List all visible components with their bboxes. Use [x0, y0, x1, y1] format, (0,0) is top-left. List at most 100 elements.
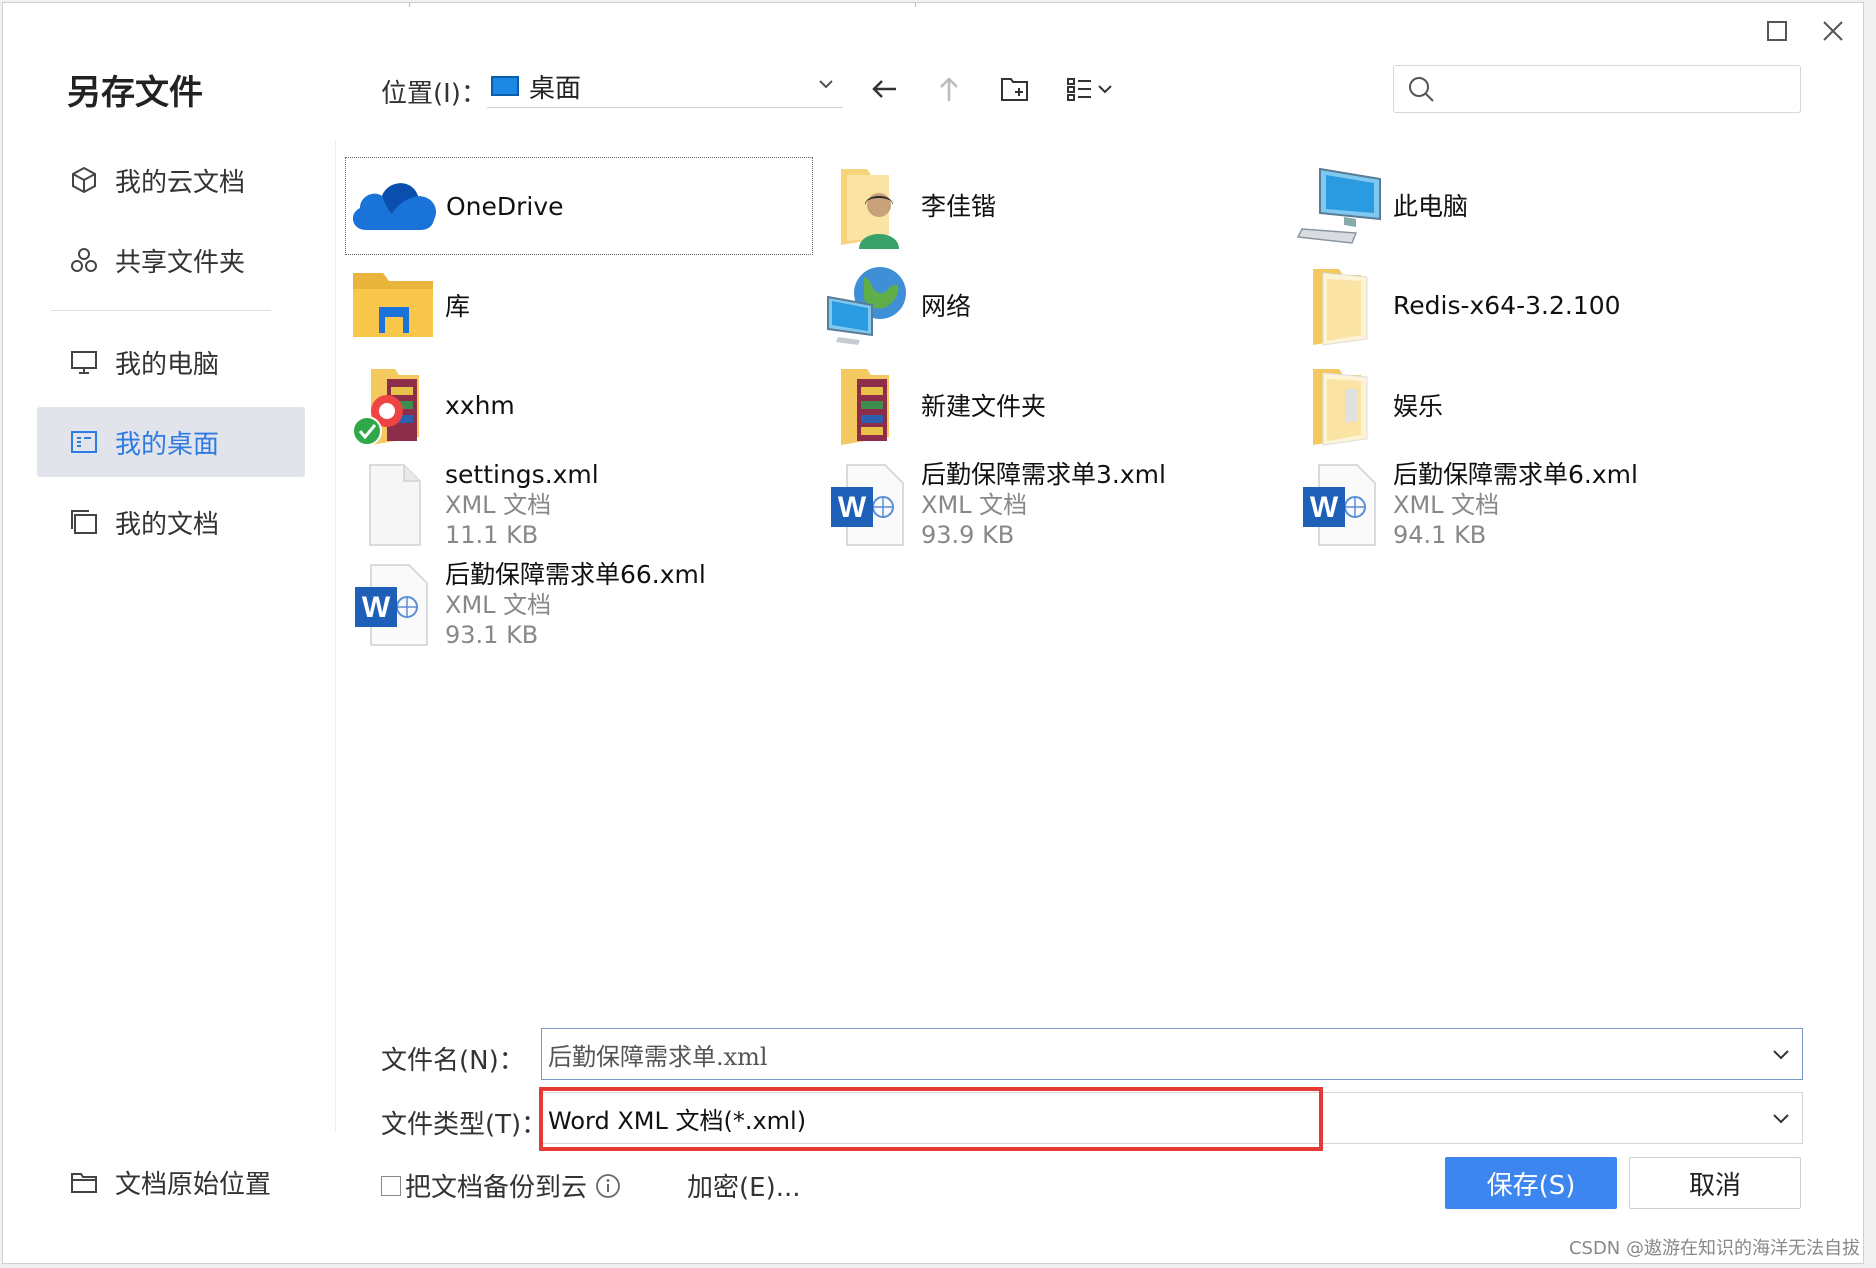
- file-item-xml-3[interactable]: W 后勤保障需求单3.xml XML 文档 93.9 KB: [821, 457, 1281, 553]
- maximize-button[interactable]: [1759, 13, 1795, 49]
- backup-checkbox[interactable]: [381, 1175, 401, 1196]
- maximize-icon: [1767, 21, 1787, 41]
- file-name: OneDrive: [446, 191, 564, 221]
- location-dropdown[interactable]: 桌面: [487, 65, 843, 108]
- file-item-onedrive[interactable]: OneDrive: [345, 157, 813, 255]
- folder-archive-icon: [821, 357, 917, 453]
- filetype-dropdown[interactable]: Word XML 文档(*.xml): [541, 1092, 1803, 1144]
- view-mode-button[interactable]: [1063, 69, 1123, 109]
- file-item-network[interactable]: 网络: [821, 257, 1281, 353]
- filetype-value: Word XML 文档(*.xml): [548, 1106, 807, 1135]
- encrypt-link[interactable]: 加密(E)...: [687, 1167, 801, 1204]
- user-folder-icon: [821, 157, 917, 253]
- close-button[interactable]: [1815, 13, 1851, 49]
- network-globe-icon: [821, 257, 917, 353]
- filename-field[interactable]: 后勤保障需求单.xml: [541, 1028, 1803, 1080]
- chevron-down-icon[interactable]: [1770, 1107, 1792, 1129]
- file-type: XML 文档: [921, 491, 1028, 519]
- backup-label: 把文档备份到云: [405, 1173, 588, 1203]
- arrow-up-icon: [940, 77, 958, 101]
- search-input[interactable]: [1444, 68, 1800, 110]
- word-xml-icon: W: [821, 457, 917, 553]
- location-label: 位置(I)：: [381, 79, 487, 109]
- search-box: [1393, 65, 1801, 113]
- sidebar-separator: [335, 141, 336, 1131]
- file-details: 后勤保障需求单3.xml XML 文档 93.9 KB: [921, 460, 1166, 550]
- original-location-link[interactable]: 文档原始位置: [37, 1147, 305, 1217]
- chevron-down-icon[interactable]: [1770, 1043, 1792, 1065]
- arrow-left-icon: [872, 80, 896, 98]
- folder-outline-icon: [67, 1165, 101, 1199]
- sidebar-item-label: 共享文件夹: [115, 247, 246, 278]
- file-details: 后勤保障需求单66.xml XML 文档 93.1 KB: [445, 560, 706, 650]
- file-item-xml-6[interactable]: W 后勤保障需求单6.xml XML 文档 94.1 KB: [1293, 457, 1753, 553]
- chevron-down-icon: [819, 80, 833, 89]
- file-item-xml-66[interactable]: W 后勤保障需求单66.xml XML 文档 93.1 KB: [345, 557, 811, 653]
- file-name: Redis-x64-3.2.100: [1393, 290, 1621, 320]
- file-details: 后勤保障需求单6.xml XML 文档 94.1 KB: [1393, 460, 1638, 550]
- sidebar-item-label: 我的电脑: [115, 349, 220, 380]
- file-item-new-folder[interactable]: 新建文件夹: [821, 357, 1281, 453]
- file-name: 新建文件夹: [921, 392, 1047, 421]
- desktop-folder-icon: [491, 76, 519, 96]
- filetype-label: 文件类型(T)：: [381, 1110, 548, 1140]
- sidebar-item-my-documents[interactable]: 我的文档: [37, 487, 305, 557]
- sidebar-item-label: 我的文档: [115, 509, 220, 540]
- folder-archive-icon: [345, 357, 441, 453]
- documents-icon: [67, 505, 101, 539]
- file-item-this-pc[interactable]: 此电脑: [1293, 157, 1753, 253]
- sidebar-item-label: 我的云文档: [115, 167, 246, 198]
- file-name: 库: [445, 292, 471, 321]
- word-xml-icon: W: [345, 557, 441, 653]
- monitor-icon: [67, 345, 101, 379]
- file-name: 后勤保障需求单3.xml: [921, 460, 1166, 489]
- file-size: 11.1 KB: [445, 521, 539, 549]
- file-size: 93.1 KB: [445, 621, 539, 649]
- file-item-library[interactable]: 库: [345, 257, 811, 353]
- sidebar-item-shared-folder[interactable]: 共享文件夹: [37, 225, 305, 295]
- file-name: settings.xml: [445, 460, 599, 489]
- library-folder-icon: [345, 257, 441, 353]
- cancel-button[interactable]: 取消: [1629, 1157, 1801, 1209]
- file-item-settings-xml[interactable]: settings.xml XML 文档 11.1 KB: [345, 457, 811, 553]
- onedrive-cloud-icon: [346, 158, 442, 254]
- file-name: 后勤保障需求单6.xml: [1393, 460, 1638, 489]
- info-icon[interactable]: [595, 1173, 621, 1199]
- folder-icon: [1293, 257, 1389, 353]
- watermark: CSDN @遨游在知识的海洋无法自拔: [1568, 1238, 1860, 1259]
- cube-icon: [67, 163, 101, 197]
- sidebar-item-label: 我的桌面: [115, 429, 220, 460]
- save-as-dialog: 另存文件 我的云文档 共享文件夹 我的电脑 我的桌面 我的文档 文档原始位置 位…: [2, 2, 1864, 1264]
- up-button[interactable]: [929, 69, 969, 109]
- dialog-title: 另存文件: [67, 73, 203, 113]
- file-name: 后勤保障需求单66.xml: [445, 560, 706, 589]
- file-type: XML 文档: [445, 491, 552, 519]
- list-view-icon: [1067, 78, 1112, 101]
- file-name: 网络: [921, 292, 972, 321]
- computer-icon: [1293, 157, 1389, 253]
- new-folder-button[interactable]: [995, 69, 1035, 109]
- folder-icon: [1293, 357, 1389, 453]
- filename-label: 文件名(N)：: [381, 1046, 525, 1076]
- desktop-icon: [67, 425, 101, 459]
- file-item-redis[interactable]: Redis-x64-3.2.100: [1293, 257, 1753, 353]
- top-divider: [409, 3, 410, 7]
- save-button[interactable]: 保存(S): [1445, 1157, 1617, 1209]
- file-details: settings.xml XML 文档 11.1 KB: [445, 460, 599, 550]
- blank-file-icon: [345, 457, 441, 553]
- new-folder-icon: [1001, 78, 1028, 101]
- svg-text:W: W: [1310, 491, 1339, 524]
- file-size: 94.1 KB: [1393, 521, 1487, 549]
- sidebar-item-my-computer[interactable]: 我的电脑: [37, 327, 305, 397]
- file-item-xxhm[interactable]: xxhm: [345, 357, 811, 453]
- file-name: 李佳锴: [921, 192, 997, 221]
- file-name: 娱乐: [1393, 392, 1444, 421]
- backup-to-cloud: 把文档备份到云: [381, 1167, 621, 1204]
- file-name: xxhm: [445, 390, 515, 420]
- svg-text:W: W: [362, 591, 391, 624]
- file-item-entertainment[interactable]: 娱乐: [1293, 357, 1753, 453]
- back-button[interactable]: [865, 69, 905, 109]
- sidebar-item-cloud-docs[interactable]: 我的云文档: [37, 145, 305, 215]
- sidebar-item-my-desktop[interactable]: 我的桌面: [37, 407, 305, 477]
- file-item-user-folder[interactable]: 李佳锴: [821, 157, 1281, 253]
